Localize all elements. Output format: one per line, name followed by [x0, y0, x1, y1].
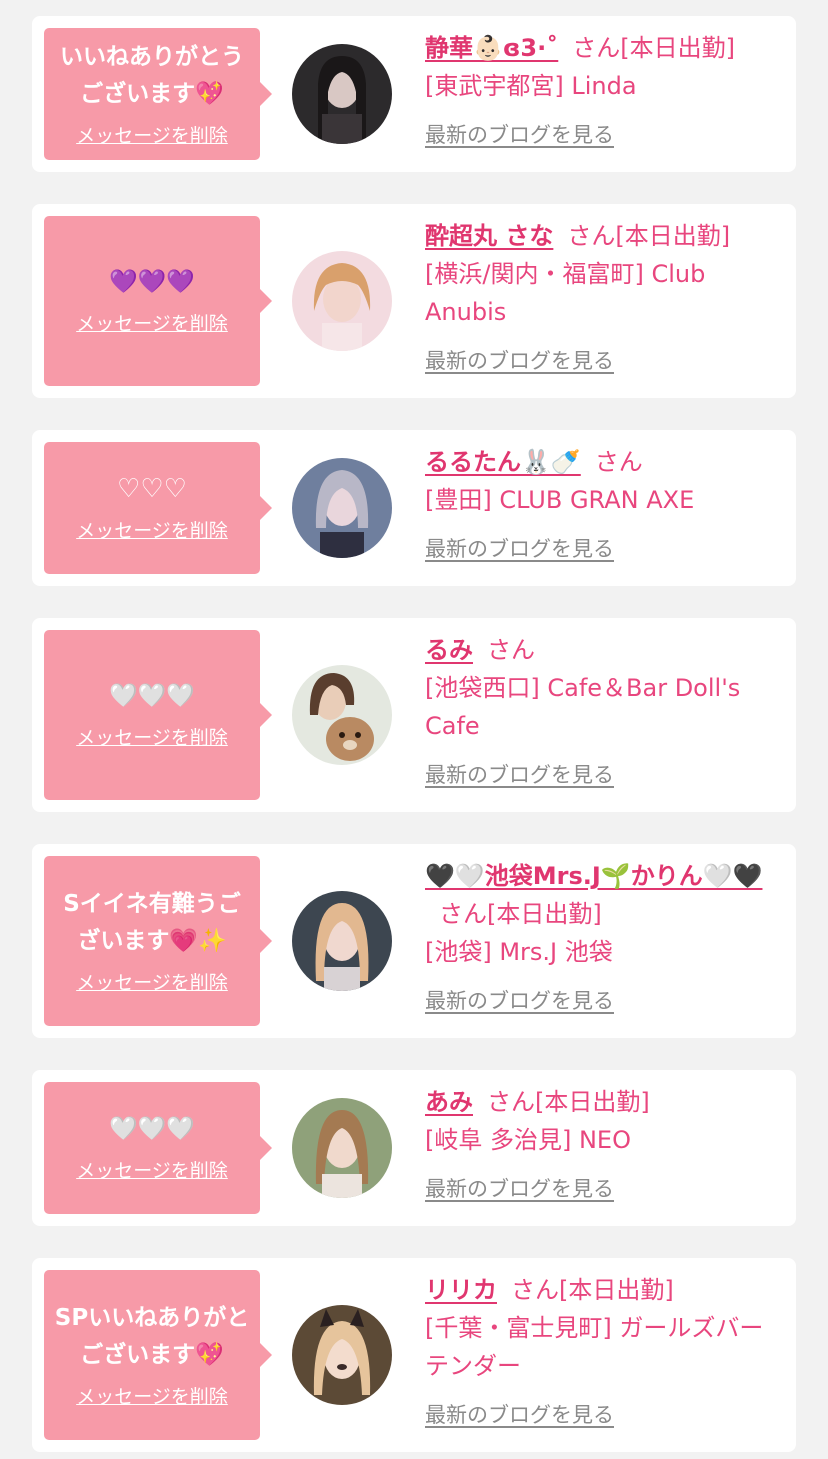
message-text: Sイイネ有難うございます💗✨: [63, 890, 241, 954]
message-text: 🤍🤍🤍: [109, 1116, 195, 1142]
message-bubble: SPいいねありがとございます💖 メッセージを削除: [44, 1270, 272, 1440]
cast-name-link[interactable]: リリカ: [425, 1276, 497, 1304]
shop-name: [豊田] CLUB GRAN AXE: [425, 486, 695, 514]
avatar-image: [292, 665, 392, 765]
status-label: [本日出勤]: [620, 34, 735, 62]
message-bubble: ♡♡♡ メッセージを削除: [44, 442, 272, 574]
avatar[interactable]: [292, 251, 392, 351]
cast-name-link[interactable]: るみ: [425, 636, 473, 664]
cast-info: あみ さん[本日出勤] [岐阜 多治見] NEO 最新のブログを見る: [425, 1083, 775, 1203]
avatar-image: [292, 44, 392, 144]
message-bubble: 🤍🤍🤍 メッセージを削除: [44, 1082, 272, 1214]
cast-name-link[interactable]: 酔超丸 さな: [425, 222, 553, 250]
shop-name: [千葉・富士見町] ガールズバー テンダー: [425, 1314, 764, 1380]
message-bubble: 🤍🤍🤍 メッセージを削除: [44, 630, 272, 800]
avatar[interactable]: [292, 1098, 392, 1198]
message-text: SPいいねありがとございます💖: [54, 1304, 250, 1368]
message-bubble: Sイイネ有難うございます💗✨ メッセージを削除: [44, 856, 272, 1026]
message-bubble: いいねありがとうございます💖 メッセージを削除: [44, 28, 272, 160]
avatar-image: [292, 251, 392, 351]
latest-blog-link[interactable]: 最新のブログを見る: [425, 985, 614, 1015]
cast-info: 酔超丸 さな さん[本日出勤] [横浜/関内・福富町] Club Anubis 最…: [425, 217, 775, 375]
shop-name: [池袋] Mrs.J 池袋: [425, 938, 613, 966]
avatar-image: [292, 1098, 392, 1198]
avatar[interactable]: [292, 458, 392, 558]
message-text: 🤍🤍🤍: [109, 683, 195, 709]
cast-info: るるたん🐰🍼 さん [豊田] CLUB GRAN AXE 最新のブログを見る: [425, 443, 775, 563]
list-item: SPいいねありがとございます💖 メッセージを削除 リリカ さん[本日出勤] [千葉…: [32, 1258, 796, 1452]
avatar[interactable]: [292, 665, 392, 765]
avatar[interactable]: [292, 44, 392, 144]
cast-name-link[interactable]: るるたん🐰🍼: [425, 448, 581, 476]
list-item: ♡♡♡ メッセージを削除 るるたん🐰🍼 さん [豊田] CLUB GRAN AXE…: [32, 430, 796, 586]
delete-message-link[interactable]: メッセージを削除: [76, 968, 228, 995]
avatar-image: [292, 1305, 392, 1405]
delete-message-link[interactable]: メッセージを削除: [76, 516, 228, 543]
avatar-image: [292, 458, 392, 558]
latest-blog-link[interactable]: 最新のブログを見る: [425, 345, 614, 375]
latest-blog-link[interactable]: 最新のブログを見る: [425, 759, 614, 789]
message-text: 💜💜💜: [109, 269, 195, 295]
cast-name-link[interactable]: 🖤🤍池袋Mrs.J🌱かりん🤍🖤: [425, 862, 762, 890]
shop-name: [東武宇都宮] Linda: [425, 72, 637, 100]
message-text: いいねありがとうございます💖: [60, 43, 244, 107]
delete-message-link[interactable]: メッセージを削除: [76, 723, 228, 750]
cast-name-link[interactable]: 静華👶🏻ɞ3⋅˚: [425, 34, 558, 62]
status-label: [本日出勤]: [487, 900, 602, 928]
message-bubble: 💜💜💜 メッセージを削除: [44, 216, 272, 386]
list-item: いいねありがとうございます💖 メッセージを削除 静華👶🏻ɞ3⋅˚ さん[本日出勤]…: [32, 16, 796, 172]
list-item: 🤍🤍🤍 メッセージを削除 るみ さん [池袋西口] Cafe＆Bar Doll's…: [32, 618, 796, 812]
cast-info: るみ さん [池袋西口] Cafe＆Bar Doll's Cafe 最新のブログを…: [425, 631, 775, 789]
delete-message-link[interactable]: メッセージを削除: [76, 121, 228, 148]
delete-message-link[interactable]: メッセージを削除: [76, 309, 228, 336]
latest-blog-link[interactable]: 最新のブログを見る: [425, 1399, 614, 1429]
delete-message-link[interactable]: メッセージを削除: [76, 1382, 228, 1409]
status-label: [本日出勤]: [615, 222, 731, 250]
status-label: [本日出勤]: [559, 1276, 674, 1304]
avatar-image: [292, 891, 392, 991]
shop-name: [岐阜 多治見] NEO: [425, 1126, 631, 1154]
shop-name: [池袋西口] Cafe＆Bar Doll's Cafe: [425, 674, 741, 740]
shop-name: [横浜/関内・福富町] Club Anubis: [425, 260, 706, 326]
list-item: 🤍🤍🤍 メッセージを削除 あみ さん[本日出勤] [岐阜 多治見] NEO 最新の…: [32, 1070, 796, 1226]
avatar[interactable]: [292, 891, 392, 991]
list-item: 💜💜💜 メッセージを削除 酔超丸 さな さん[本日出勤] [横浜/関内・福富町] …: [32, 204, 796, 398]
latest-blog-link[interactable]: 最新のブログを見る: [425, 533, 614, 563]
cast-info: 🖤🤍池袋Mrs.J🌱かりん🤍🖤さん[本日出勤] [池袋] Mrs.J 池袋 最新…: [425, 857, 775, 1015]
message-text: ♡♡♡: [117, 474, 187, 504]
cast-name-link[interactable]: あみ: [425, 1088, 473, 1116]
delete-message-link[interactable]: メッセージを削除: [76, 1156, 228, 1183]
list-item: Sイイネ有難うございます💗✨ メッセージを削除 🖤🤍池袋Mrs.J🌱かりん🤍🖤さ…: [32, 844, 796, 1038]
status-label: [本日出勤]: [535, 1088, 650, 1116]
latest-blog-link[interactable]: 最新のブログを見る: [425, 119, 614, 149]
latest-blog-link[interactable]: 最新のブログを見る: [425, 1173, 614, 1203]
cast-info: 静華👶🏻ɞ3⋅˚ さん[本日出勤] [東武宇都宮] Linda 最新のブログを見る: [425, 29, 775, 149]
cast-info: リリカ さん[本日出勤] [千葉・富士見町] ガールズバー テンダー 最新のブログ…: [425, 1271, 775, 1429]
avatar[interactable]: [292, 1305, 392, 1405]
